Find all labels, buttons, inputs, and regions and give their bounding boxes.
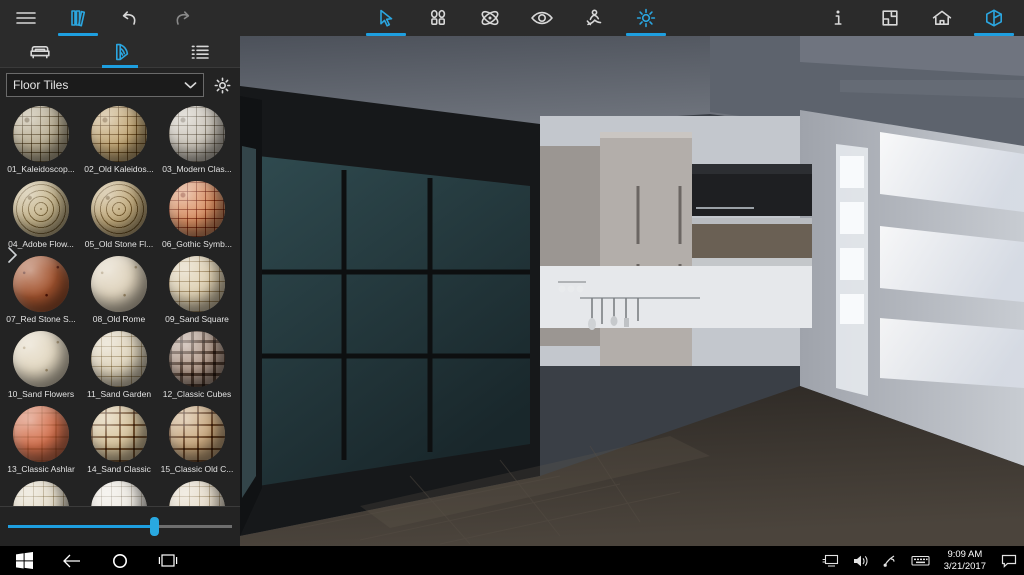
material-thumbnail[interactable] bbox=[13, 106, 69, 162]
person-scale-icon[interactable] bbox=[568, 0, 620, 36]
floorplan-icon[interactable] bbox=[864, 0, 916, 36]
material-item[interactable]: 13_Classic Ashlar bbox=[2, 406, 80, 481]
cortana-button[interactable] bbox=[96, 546, 144, 575]
start-button[interactable] bbox=[0, 546, 48, 575]
sun-lighting-icon[interactable] bbox=[620, 0, 672, 36]
material-thumbnail[interactable] bbox=[13, 256, 69, 312]
tab-materials[interactable] bbox=[80, 36, 160, 68]
material-item[interactable]: 14_Sand Classic bbox=[80, 406, 158, 481]
material-label: 02_Old Kaleidos... bbox=[84, 164, 154, 174]
material-item[interactable]: 01_Kaleidoscop... bbox=[2, 106, 80, 181]
material-item[interactable]: 02_Old Kaleidos... bbox=[80, 106, 158, 181]
material-item[interactable]: 12_Classic Cubes bbox=[158, 331, 236, 406]
top-toolbar bbox=[0, 0, 1024, 36]
material-label: 06_Gothic Symb... bbox=[162, 239, 232, 249]
volume-icon[interactable] bbox=[846, 546, 876, 575]
walk-footsteps-icon[interactable] bbox=[412, 0, 464, 36]
category-value: Floor Tiles bbox=[13, 78, 69, 92]
material-label: 10_Sand Flowers bbox=[7, 389, 75, 399]
system-tray: 9:09 AM 3/21/2017 bbox=[816, 546, 1024, 575]
material-thumbnail[interactable] bbox=[91, 331, 147, 387]
tab-list[interactable] bbox=[160, 36, 240, 68]
material-label: 03_Modern Clas... bbox=[162, 164, 232, 174]
redo-icon[interactable] bbox=[156, 0, 208, 36]
home-icon[interactable] bbox=[916, 0, 968, 36]
material-item[interactable]: 05_Old Stone Fl... bbox=[80, 181, 158, 256]
zoom-slider-row bbox=[0, 506, 240, 546]
category-row: Floor Tiles bbox=[0, 68, 240, 102]
chevron-down-icon bbox=[184, 81, 197, 88]
material-thumbnail[interactable] bbox=[13, 181, 69, 237]
left-panel: Floor Tiles 01_Kaleidoscop... 02_Old Kale… bbox=[0, 36, 240, 546]
material-item[interactable]: 03_Modern Clas... bbox=[158, 106, 236, 181]
notification-icon[interactable] bbox=[994, 546, 1024, 575]
viewport-3d[interactable] bbox=[240, 36, 1024, 546]
chevron-right-icon[interactable] bbox=[4, 240, 20, 270]
toolbar-center-group bbox=[360, 0, 672, 36]
material-thumbnail[interactable] bbox=[91, 256, 147, 312]
task-view-button[interactable] bbox=[144, 546, 192, 575]
material-thumbnail[interactable] bbox=[91, 181, 147, 237]
material-category-dropdown[interactable]: Floor Tiles bbox=[6, 73, 204, 97]
material-label: 14_Sand Classic bbox=[87, 464, 151, 474]
windows-taskbar: 9:09 AM 3/21/2017 bbox=[0, 546, 1024, 575]
material-label: 11_Sand Garden bbox=[86, 389, 152, 399]
material-label: 01_Kaleidoscop... bbox=[7, 164, 75, 174]
material-item[interactable]: 15_Classic Old C... bbox=[158, 406, 236, 481]
material-thumbnail[interactable] bbox=[13, 406, 69, 462]
info-icon[interactable] bbox=[812, 0, 864, 36]
remote-display-icon[interactable] bbox=[816, 546, 846, 575]
back-button[interactable] bbox=[48, 546, 96, 575]
select-cursor-icon[interactable] bbox=[360, 0, 412, 36]
material-thumbnail[interactable] bbox=[169, 106, 225, 162]
keyboard-icon[interactable] bbox=[906, 546, 936, 575]
tab-furniture[interactable] bbox=[0, 36, 80, 68]
undo-icon[interactable] bbox=[104, 0, 156, 36]
kitchen-render bbox=[240, 36, 1024, 546]
material-label: 08_Old Rome bbox=[92, 314, 146, 324]
zoom-slider-thumb[interactable] bbox=[149, 517, 159, 536]
toolbar-right-group bbox=[812, 0, 1020, 36]
material-item[interactable]: 10_Sand Flowers bbox=[2, 331, 80, 406]
material-item[interactable]: 09_Sand Square bbox=[158, 256, 236, 331]
panel-tab-bar bbox=[0, 36, 240, 68]
eye-view-icon[interactable] bbox=[516, 0, 568, 36]
material-thumbnail[interactable] bbox=[169, 256, 225, 312]
material-label: 09_Sand Square bbox=[165, 314, 229, 324]
gear-icon[interactable] bbox=[210, 73, 234, 97]
clock-time: 9:09 AM bbox=[947, 548, 983, 560]
material-thumbnail[interactable] bbox=[91, 106, 147, 162]
material-label: 12_Classic Cubes bbox=[162, 389, 232, 399]
materials-tab-indicator bbox=[102, 64, 138, 68]
material-grid[interactable]: 01_Kaleidoscop... 02_Old Kaleidos... 03_Mo… bbox=[0, 102, 240, 540]
material-thumbnail[interactable] bbox=[91, 406, 147, 462]
material-label: 15_Classic Old C... bbox=[160, 464, 234, 474]
clock-date: 3/21/2017 bbox=[943, 560, 986, 572]
material-label: 13_Classic Ashlar bbox=[7, 464, 75, 474]
view-3d-icon[interactable] bbox=[968, 0, 1020, 36]
library-icon[interactable] bbox=[52, 0, 104, 36]
material-thumbnail[interactable] bbox=[13, 331, 69, 387]
material-thumbnail[interactable] bbox=[169, 406, 225, 462]
material-label: 05_Old Stone Fl... bbox=[84, 239, 154, 249]
menu-icon[interactable] bbox=[0, 0, 52, 36]
app-window: Floor Tiles 01_Kaleidoscop... 02_Old Kale… bbox=[0, 0, 1024, 575]
zoom-slider-fill bbox=[8, 525, 154, 528]
material-thumbnail[interactable] bbox=[169, 331, 225, 387]
material-item[interactable]: 06_Gothic Symb... bbox=[158, 181, 236, 256]
material-item[interactable]: 08_Old Rome bbox=[80, 256, 158, 331]
material-thumbnail[interactable] bbox=[169, 181, 225, 237]
toolbar-left-group bbox=[0, 0, 208, 36]
orbit-icon[interactable] bbox=[464, 0, 516, 36]
network-icon[interactable] bbox=[876, 546, 906, 575]
material-item[interactable]: 11_Sand Garden bbox=[80, 331, 158, 406]
zoom-slider-track[interactable] bbox=[8, 517, 232, 536]
material-label: 07_Red Stone S... bbox=[6, 314, 76, 324]
taskbar-clock[interactable]: 9:09 AM 3/21/2017 bbox=[936, 549, 994, 573]
